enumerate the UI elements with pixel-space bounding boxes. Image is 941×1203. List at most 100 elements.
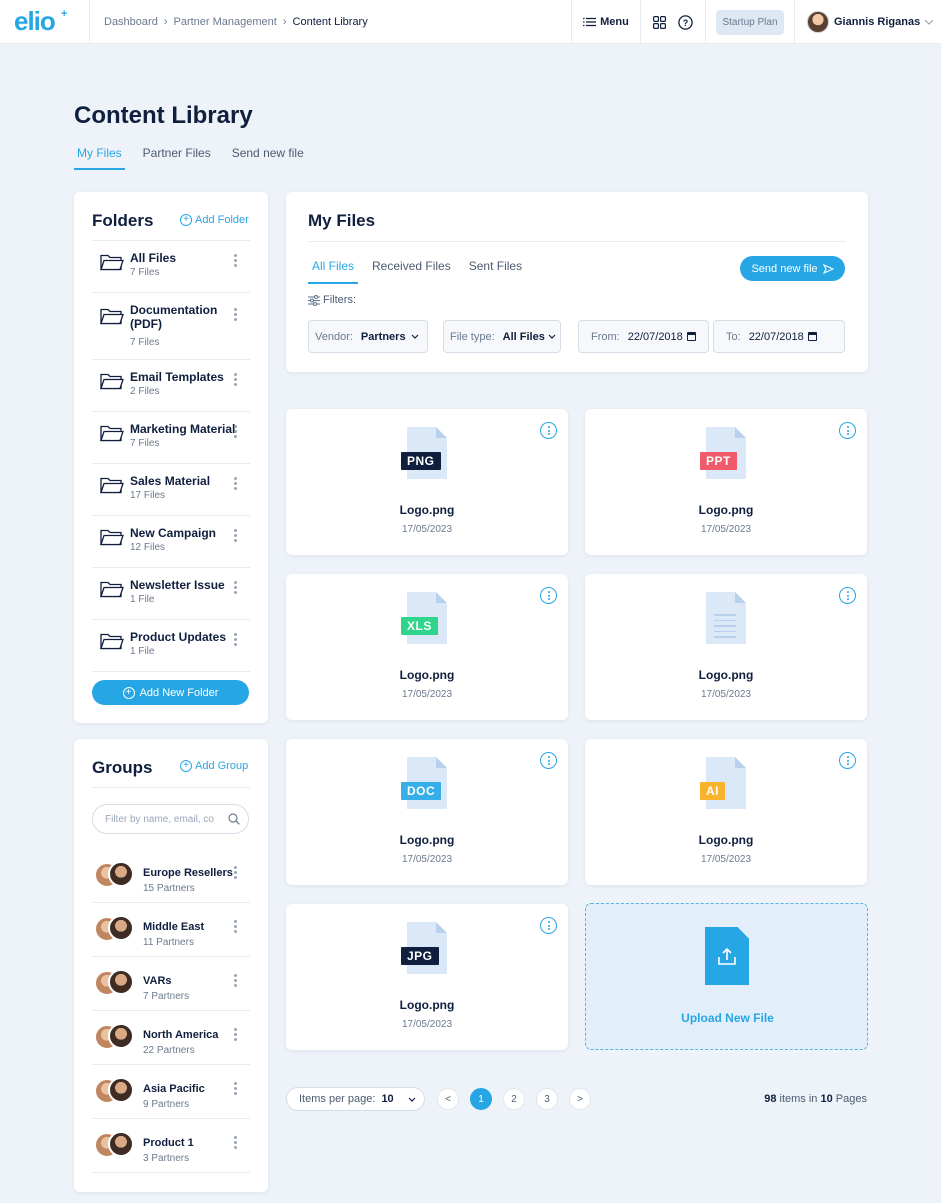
vendor-value: Partners [360, 330, 406, 343]
file-card[interactable]: XLS Logo.png 17/05/2023 [286, 574, 568, 720]
more-options-icon[interactable] [540, 587, 557, 604]
ppt-file-icon: PPT [700, 427, 746, 479]
page-3-button[interactable]: 3 [536, 1088, 558, 1110]
group-item[interactable]: Middle East 11 Partners [92, 903, 250, 957]
calendar-icon[interactable] [807, 332, 817, 341]
file-type-label: AI [700, 782, 725, 800]
file-name: Logo.png [399, 998, 455, 1012]
more-options-icon[interactable] [839, 422, 856, 439]
more-vertical-icon[interactable] [234, 477, 238, 492]
menu-button[interactable]: Menu [571, 0, 640, 44]
tab-my-files[interactable]: My Files [74, 146, 125, 170]
tab-all-files[interactable]: All Files [308, 259, 359, 284]
folder-name: Documentation (PDF) [130, 303, 218, 331]
more-vertical-icon[interactable] [234, 1028, 238, 1043]
group-item[interactable]: Product 1 3 Partners [92, 1119, 250, 1173]
xls-file-icon: XLS [401, 592, 447, 644]
file-date: 17/05/2023 [700, 689, 752, 700]
group-item[interactable]: North America 22 Partners [92, 1011, 250, 1065]
page-1-button[interactable]: 1 [470, 1088, 492, 1110]
prev-page-button[interactable]: < [437, 1088, 459, 1110]
folder-item[interactable]: Product Updates 1 File [92, 620, 250, 672]
from-date-input[interactable]: From: 22/07/2018 [578, 320, 709, 353]
divider [308, 241, 846, 242]
add-new-folder-button[interactable]: + Add New Folder [92, 680, 249, 705]
folder-item[interactable]: Marketing Material 7 Files [92, 412, 250, 464]
items-per-page-select[interactable]: Items per page: 10 [286, 1087, 425, 1111]
file-name: Logo.png [399, 833, 455, 847]
breadcrumb-item[interactable]: Partner Management [174, 16, 277, 28]
folder-item[interactable]: All Files 7 Files [92, 241, 250, 293]
more-vertical-icon[interactable] [234, 254, 238, 269]
tab-send-new-file[interactable]: Send new file [229, 146, 307, 170]
upload-new-file-card[interactable]: Upload New File [585, 903, 868, 1050]
file-card[interactable]: JPG Logo.png 17/05/2023 [286, 904, 568, 1050]
group-name: Asia Pacific [143, 1083, 205, 1095]
folder-count: 7 Files [130, 337, 160, 348]
folders-panel: Folders + Add Folder All Files 7 Files Docu… [74, 192, 268, 723]
tab-partner-files[interactable]: Partner Files [140, 146, 214, 170]
more-vertical-icon[interactable] [234, 425, 238, 440]
vendor-select[interactable]: Vendor: Partners [308, 320, 428, 353]
group-item[interactable]: VARs 7 Partners [92, 957, 250, 1011]
next-page-button[interactable]: > [569, 1088, 591, 1110]
more-vertical-icon[interactable] [234, 581, 238, 596]
more-options-icon[interactable] [839, 752, 856, 769]
send-new-file-button[interactable]: Send new file [740, 256, 845, 281]
more-options-icon[interactable] [540, 917, 557, 934]
more-vertical-icon[interactable] [234, 920, 238, 935]
file-card[interactable]: DOC Logo.png 17/05/2023 [286, 739, 568, 885]
more-options-icon[interactable] [540, 422, 557, 439]
more-options-icon[interactable] [839, 587, 856, 604]
more-vertical-icon[interactable] [234, 866, 238, 881]
file-type-label: File type: [450, 330, 495, 343]
folder-name: Sales Material [130, 474, 211, 488]
more-vertical-icon[interactable] [234, 1082, 238, 1097]
folder-item[interactable]: Sales Material 17 Files [92, 464, 250, 516]
folder-item[interactable]: Email Templates 2 Files [92, 360, 250, 412]
group-search-placeholder: Filter by name, email, co [105, 813, 214, 825]
more-vertical-icon[interactable] [234, 529, 238, 544]
help-icon[interactable]: ? [678, 14, 693, 30]
add-folder-link[interactable]: + Add Folder [180, 214, 249, 226]
grid-icon[interactable] [653, 15, 666, 29]
breadcrumb-item[interactable]: Dashboard [104, 16, 158, 28]
more-vertical-icon[interactable] [234, 373, 238, 388]
group-name: North America [143, 1029, 219, 1041]
folder-name: Product Updates [130, 630, 227, 644]
add-group-link[interactable]: + Add Group [180, 760, 248, 772]
folder-item[interactable]: Newsletter Issue 1 File [92, 568, 250, 620]
folder-name: Email Templates [130, 370, 224, 384]
group-search-input[interactable]: Filter by name, email, co [92, 804, 249, 834]
tab-sent-files[interactable]: Sent Files [465, 259, 526, 284]
to-date-input[interactable]: To: 22/07/2018 [713, 320, 845, 353]
folder-icon [100, 633, 124, 650]
calendar-icon[interactable] [686, 332, 696, 341]
app-logo[interactable]: elio + [14, 6, 68, 37]
chevron-down-icon [408, 1097, 416, 1102]
group-item[interactable]: Asia Pacific 9 Partners [92, 1065, 250, 1119]
tab-received-files[interactable]: Received Files [368, 259, 455, 284]
pages-label: Pages [835, 1093, 867, 1105]
file-card[interactable]: Logo.png 17/05/2023 [585, 574, 867, 720]
file-card[interactable]: PNG Logo.png 17/05/2023 [286, 409, 568, 555]
file-type-select[interactable]: File type: All Files [443, 320, 561, 353]
group-item[interactable]: Europe Resellers 15 Partners [92, 849, 250, 903]
folder-name: All Files [130, 251, 177, 265]
folder-item[interactable]: New Campaign 12 Files [92, 516, 250, 568]
more-vertical-icon[interactable] [234, 1136, 238, 1151]
user-menu[interactable]: Giannis Riganas [794, 0, 941, 44]
page-2-button[interactable]: 2 [503, 1088, 525, 1110]
group-avatars [94, 1077, 136, 1105]
folder-item[interactable]: Documentation (PDF) 7 Files [92, 293, 250, 360]
more-vertical-icon[interactable] [234, 308, 238, 323]
file-card[interactable]: AI Logo.png 17/05/2023 [585, 739, 867, 885]
more-vertical-icon[interactable] [234, 633, 238, 648]
file-card[interactable]: PPT Logo.png 17/05/2023 [585, 409, 867, 555]
vendor-label: Vendor: [315, 330, 353, 343]
folder-count: 7 Files [130, 438, 160, 449]
filters-label: Filters: [323, 294, 356, 306]
more-options-icon[interactable] [540, 752, 557, 769]
plan-badge[interactable]: Startup Plan [716, 9, 784, 35]
more-vertical-icon[interactable] [234, 974, 238, 989]
